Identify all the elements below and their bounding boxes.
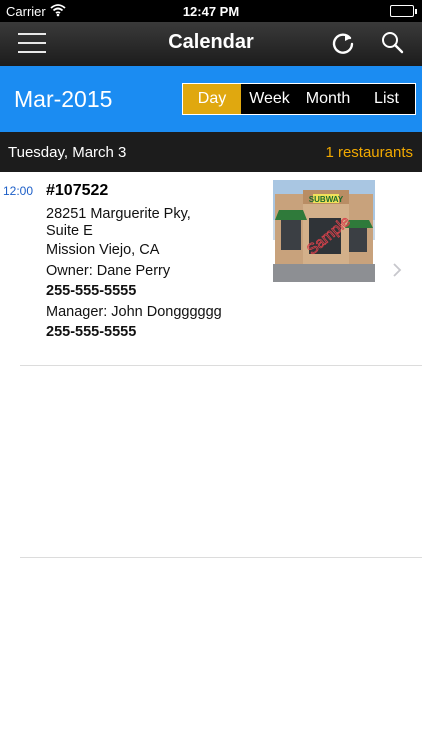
restaurant-photo: SUBWAY Sample <box>273 180 375 282</box>
battery-icon <box>390 5 417 17</box>
chevron-right-icon <box>391 262 403 278</box>
restaurant-count: 1 restaurants <box>325 144 413 161</box>
city-state: Mission Viejo, CA <box>46 242 160 258</box>
page-title: Calendar <box>168 31 254 53</box>
tab-week[interactable]: Week <box>241 84 298 114</box>
appointment-time: 12:00 <box>3 184 34 198</box>
address-line-2: Suite E <box>46 223 93 239</box>
address-line-1: 28251 Marguerite Pky, <box>46 206 191 222</box>
row-divider <box>20 365 422 366</box>
tab-month[interactable]: Month <box>298 84 358 114</box>
owner-phone[interactable]: 255-555-5555 <box>46 283 136 299</box>
month-bar: Mar-2015 Day Week Month List <box>0 66 422 132</box>
month-label: Mar-2015 <box>14 86 113 112</box>
date-bar: Tuesday, March 3 1 restaurants <box>0 132 422 172</box>
store-sign: SUBWAY <box>309 195 344 204</box>
tab-list[interactable]: List <box>358 84 415 114</box>
manager-phone[interactable]: 255-555-5555 <box>46 324 136 340</box>
restaurant-code: #107522 <box>46 182 109 199</box>
search-icon[interactable] <box>380 30 404 54</box>
row-divider <box>20 557 422 558</box>
list-item[interactable]: 12:00 #107522 28251 Marguerite Pky, Suit… <box>0 172 422 365</box>
status-bar: Carrier 12:47 PM <box>0 0 422 22</box>
navigation-bar: Calendar <box>0 22 422 66</box>
refresh-icon[interactable] <box>330 30 356 56</box>
status-time: 12:47 PM <box>182 4 240 19</box>
selected-date: Tuesday, March 3 <box>8 144 127 161</box>
tab-day[interactable]: Day <box>183 84 241 114</box>
manager-name: Manager: John Dongggggg <box>46 304 222 320</box>
owner-name: Owner: Dane Perry <box>46 263 171 279</box>
view-selector: Day Week Month List <box>182 83 416 115</box>
